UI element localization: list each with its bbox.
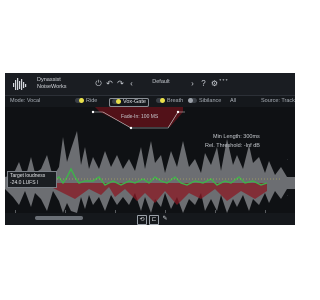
waveform-display[interactable]: Fade-In: 100 MS Min Length: 300ms Rel. T… [5,107,295,213]
horizontal-scrollbar[interactable] [35,216,83,220]
loop-icon[interactable]: ⟲ [137,215,147,225]
pencil-icon[interactable]: ✎ [161,215,169,223]
voxgate-label: Vox-Gate [123,99,146,105]
mode-row: Mode: Vocal Ride Vox-Gate Breath Sibilan… [5,96,295,107]
source-selector[interactable]: Source: Track [261,98,295,105]
target-loudness-value[interactable]: -24.0 LUFS I [10,180,54,187]
scale-tick: · [287,157,289,162]
ride-switch[interactable] [75,98,84,104]
undo-icon[interactable]: ↶ [104,78,115,89]
all-toggle[interactable]: All [230,98,236,105]
scale-tick: · [287,175,289,180]
breath-label: Breath [167,98,184,104]
redo-icon[interactable]: ↷ [115,78,126,89]
ride-toggle[interactable]: Ride [75,98,97,105]
plugin-window: Dynassist NoiseWorks ⏻ ↶ ↷ ‹ Default › ?… [5,73,295,225]
bracket-icon[interactable]: ⊏ [149,215,159,225]
rel-threshold-label[interactable]: Rel. Threshold: -Inf dB [205,143,260,149]
sibilance-toggle[interactable]: Sibilance [188,98,221,105]
ride-label: Ride [86,98,98,104]
fade-in-label[interactable]: Fade-In: 100 MS [121,114,158,120]
gate-handle-1[interactable] [91,110,95,114]
help-icon[interactable]: ? [198,78,209,89]
power-icon[interactable]: ⏻ [93,78,104,89]
mode-selector[interactable]: Mode: Vocal [10,98,40,105]
breath-toggle[interactable]: Breath [156,98,183,105]
preset-selector[interactable]: Default [135,79,187,85]
header-bar: Dynassist NoiseWorks ⏻ ↶ ↷ ‹ Default › ?… [5,73,295,96]
sibilance-label: Sibilance [199,98,222,104]
logo-icon [13,78,27,90]
brand-line-2: NoiseWorks [37,83,67,90]
next-preset-icon[interactable]: › [187,78,198,89]
target-loudness-box[interactable]: Target loudness -24.0 LUFS I [7,171,57,188]
brand-name: Dynassist NoiseWorks [37,77,67,90]
sibilance-switch[interactable] [188,98,197,104]
gate-handle-3[interactable] [176,110,180,114]
menu-dots-icon[interactable]: ∘∘∘ [218,75,229,86]
voxgate-toggle[interactable]: Vox-Gate [109,98,149,107]
scale-tick: · [287,193,289,198]
min-length-label[interactable]: Min Length: 300ms [213,134,260,140]
breath-switch[interactable] [156,98,165,104]
bottom-bar: ⟲ ⊏ ✎ [5,213,295,225]
voxgate-switch[interactable] [112,99,121,105]
waveform-canvas [5,107,295,213]
gate-handle-2[interactable] [129,126,133,130]
